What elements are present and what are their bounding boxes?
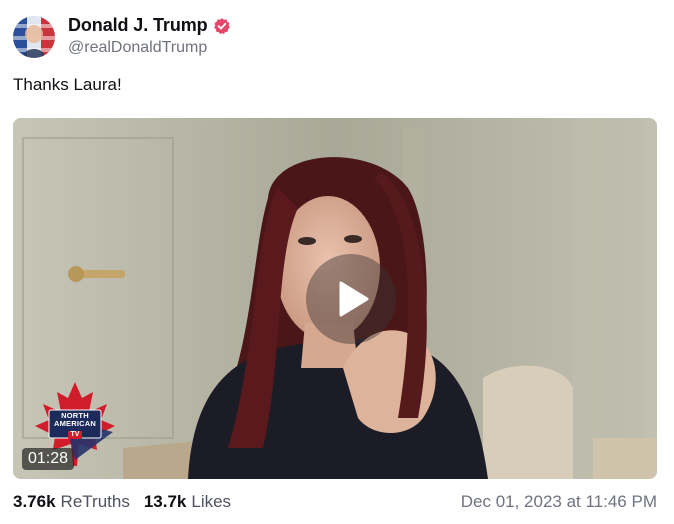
verified-badge-icon [213, 17, 231, 35]
network-logo-text: NORTH AMERICAN TV [53, 411, 96, 439]
likes-stat[interactable]: 13.7k Likes [144, 492, 231, 512]
handle[interactable]: @realDonaldTrump [68, 39, 231, 57]
avatar[interactable] [13, 16, 55, 58]
retruths-stat[interactable]: 3.76k ReTruths [13, 492, 130, 512]
likes-label: Likes [191, 492, 232, 511]
engagement-stats: 3.76k ReTruths 13.7k Likes [13, 492, 231, 512]
play-icon [339, 281, 369, 317]
video-duration: 01:28 [22, 448, 75, 470]
likes-count: 13.7k [143, 492, 187, 511]
author-block: Donald J. Trump @realDonaldTrump [68, 15, 231, 57]
play-button[interactable] [306, 254, 396, 344]
truth-post: Donald J. Trump @realDonaldTrump Thanks … [0, 0, 674, 524]
retruths-label: ReTruths [60, 492, 130, 511]
video-player[interactable]: NORTH AMERICAN TV 01:28 [13, 118, 657, 479]
retruths-count: 3.76k [13, 492, 56, 511]
name-row: Donald J. Trump [68, 15, 231, 36]
display-name[interactable]: Donald J. Trump [68, 15, 208, 36]
post-timestamp[interactable]: Dec 01, 2023 at 11:46 PM [461, 492, 657, 512]
post-text: Thanks Laura! [13, 75, 122, 94]
